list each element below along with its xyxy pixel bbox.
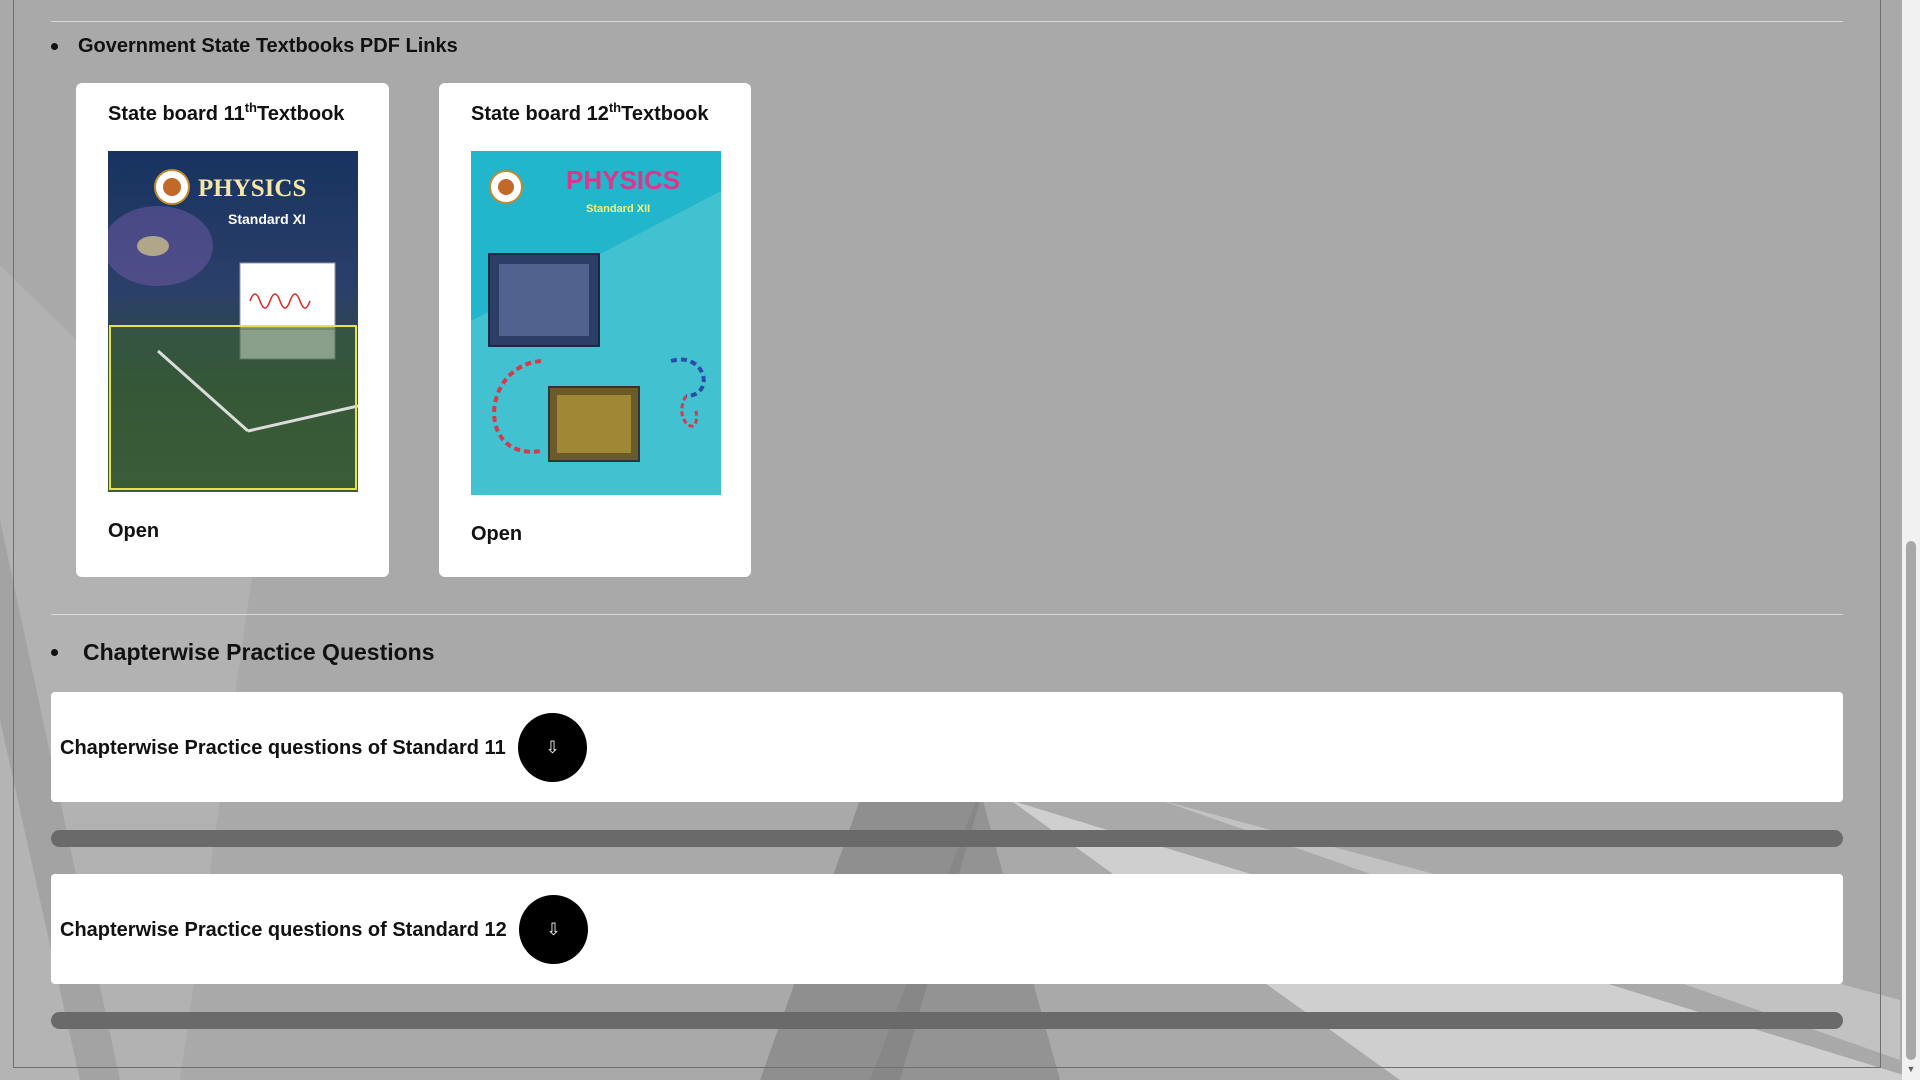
practice-label-11: Chapterwise Practice questions of Standa… [60,737,506,759]
section-divider [51,21,1843,22]
practice-section-title: Chapterwise Practice Questions [83,639,435,665]
practice-panel-standard-11: Chapterwise Practice questions of Standa… [51,692,1843,802]
textbook-card-11: State board 11thTextbook PHYSICS Standar… [76,83,389,577]
card-title: State board 11thTextbook [108,100,345,125]
list-bullet [51,649,58,656]
cover-heading: PHYSICS [198,175,307,202]
physics-11-cover-image: PHYSICS Standard XI [108,151,358,492]
section-divider [51,614,1843,615]
card-title: State board 12thTextbook [471,100,709,125]
progress-bar [51,1012,1843,1029]
scroll-down-arrow-icon[interactable]: ▼ [1906,1064,1916,1074]
physics-12-cover-image: PHYSICS Standard XII [471,151,721,495]
list-bullet [51,43,58,50]
cover-subheading: Standard XII [586,203,651,215]
download-standard-11-button[interactable]: ⇩ [518,713,587,782]
progress-bar [51,830,1843,847]
vertical-scrollbar[interactable]: ▼ [1902,0,1920,1080]
practice-label-12: Chapterwise Practice questions of Standa… [60,919,507,941]
cover-subheading: Standard XI [228,211,306,227]
download-standard-12-button[interactable]: ⇩ [519,895,588,964]
cover-heading: PHYSICS [566,165,681,195]
download-arrow-icon: ⇩ [545,737,560,757]
practice-panel-standard-12: Chapterwise Practice questions of Standa… [51,874,1843,984]
textbooks-section-title: Government State Textbooks PDF Links [78,35,458,57]
scrollbar-thumb[interactable] [1906,541,1916,1060]
open-textbook-11-link[interactable]: Open [108,520,159,543]
download-arrow-icon: ⇩ [546,919,561,939]
open-textbook-12-link[interactable]: Open [471,523,522,546]
textbook-card-12: State board 12thTextbook PHYSICS Standar… [439,83,751,577]
